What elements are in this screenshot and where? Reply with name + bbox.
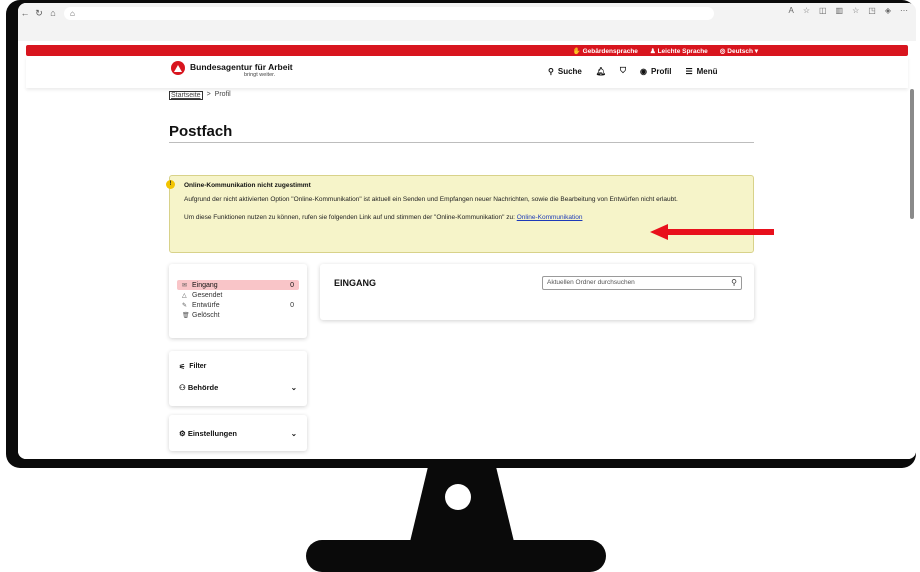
settings-label: Einstellungen [187, 428, 237, 438]
notice-title: Online-Kommunikation nicht zugestimmt [184, 182, 311, 189]
folder-item-eingang[interactable]: ✉ Eingang 0 [177, 280, 299, 290]
authority-label: Behörde [187, 383, 219, 392]
more-icon[interactable]: ⋯ [900, 6, 908, 15]
copilot-icon[interactable]: ◈ [885, 6, 891, 15]
red-arrow-annotation [650, 224, 774, 240]
monitor-base [306, 540, 606, 572]
website: ✋ Gebärdensprache ♟ Leichte Sprache ◎ De… [18, 41, 916, 459]
brand-name[interactable]: Bundesagentur für Arbeit [190, 62, 293, 72]
site-header: Bundesagentur für Arbeit bringt weiter. … [26, 56, 908, 88]
profile-icon: ◉ [640, 66, 648, 76]
easy-language-link[interactable]: ♟ Leichte Sprache [650, 47, 708, 55]
extensions-icon[interactable]: ◫ [819, 6, 827, 15]
filter-icon: ⚟ [179, 364, 186, 371]
chevron-down-icon: ⌄ [290, 383, 297, 392]
split-icon[interactable]: ▥ [836, 6, 844, 15]
refresh-icon[interactable]: ↻ [32, 8, 46, 19]
folder-label: Eingang [192, 281, 218, 289]
search-icon[interactable]: ⚲ [731, 278, 737, 287]
search-placeholder: Aktuellen Ordner durchsuchen [547, 279, 635, 286]
notice-instruction: Um diese Funktionen nutzen zu können, ru… [184, 213, 745, 222]
collections-icon[interactable]: ◳ [868, 6, 876, 15]
folder-label: Gesendet [192, 291, 223, 299]
menu-label: Menü [696, 66, 718, 76]
authority-label-wrap: ⚇ Behörde [179, 383, 218, 392]
monitor-logo-dot [445, 484, 471, 510]
page-scrollbar[interactable] [910, 89, 914, 219]
filter-label: Filter [189, 363, 207, 370]
lock-icon: ⌂ [70, 8, 75, 18]
browser-toolbar: ← ↻ ⌂ ⌂ A ☆ ◫ ▥ ☆ ◳ ◈ ⋯ [18, 3, 916, 41]
language-label: Deutsch [727, 47, 753, 55]
notice-text: Aufgrund der nicht aktivierten Option "O… [184, 196, 678, 203]
settings-label-wrap: ⚙ Einstellungen [179, 429, 237, 438]
favorite-icon[interactable]: ☆ [803, 6, 810, 15]
menu-button[interactable]: ☰ Menü [685, 67, 717, 76]
folder-label: Gelöscht [192, 311, 220, 319]
notice-instruction-text: Um diese Funktionen nutzen zu können, ru… [184, 214, 515, 221]
favorites-bar-icon[interactable]: ☆ [852, 6, 859, 15]
browser-actions: A ☆ ◫ ▥ ☆ ◳ ◈ ⋯ [788, 6, 908, 15]
filter-panel: ⚟ Filter ⚇ Behörde ⌄ [169, 351, 307, 406]
shield-icon[interactable]: ⛉ [620, 66, 626, 76]
sign-language-label: Gebärdensprache [582, 47, 638, 55]
trash-icon: 🗑︎ [182, 312, 190, 319]
settings-panel[interactable]: ⚙ Einstellungen ⌄ [169, 415, 307, 451]
online-communication-link[interactable]: Online-Kommunikation [517, 214, 583, 221]
folder-count: 0 [290, 301, 294, 309]
search-icon: ⚲ [548, 66, 554, 76]
profile-button[interactable]: ◉ Profil [640, 67, 671, 76]
inbox-panel: EINGANG Aktuellen Ordner durchsuchen ⚲ [320, 264, 754, 320]
breadcrumb: Startseite > Profil [169, 91, 231, 100]
search-button[interactable]: ⚲ Suche [548, 67, 582, 76]
header-nav: ⚲ Suche 🔔︎ ⛉ ◉ Profil ☰ Menü [548, 66, 718, 76]
folder-label: Entwürfe [192, 301, 220, 309]
easy-language-label: Leichte Sprache [657, 47, 708, 55]
notification-bell-icon[interactable]: 🔔︎ [596, 67, 606, 76]
page-title: Postfach [169, 123, 233, 140]
chevron-down-icon: ⌄ [290, 428, 297, 438]
warning-icon: ! [166, 180, 175, 189]
authority-filter[interactable]: ⚇ Behörde ⌄ [179, 383, 297, 392]
read-aloud-icon[interactable]: A [788, 6, 793, 15]
language-select[interactable]: ◎ Deutsch ▾ [720, 47, 758, 55]
monitor-screen: ← ↻ ⌂ ⌂ A ☆ ◫ ▥ ☆ ◳ ◈ ⋯ ✋ Gebärdensprach… [18, 3, 916, 459]
authority-icon: ⚇ [179, 383, 186, 392]
folder-list: ✉ Eingang 0 △ Gesendet ✎ Entwürfe 0 🗑︎ G… [169, 264, 307, 338]
breadcrumb-current: Profil [214, 91, 231, 98]
folder-item-entwuerfe[interactable]: ✎ Entwürfe 0 [177, 300, 299, 310]
title-divider [169, 142, 754, 143]
back-icon[interactable]: ← [18, 8, 32, 18]
draft-icon: ✎ [182, 302, 188, 309]
inbox-icon: ✉ [182, 282, 188, 289]
folder-search-input[interactable]: Aktuellen Ordner durchsuchen ⚲ [542, 276, 742, 290]
send-icon: △ [182, 292, 187, 299]
gear-icon: ⚙ [179, 428, 186, 438]
breadcrumb-home[interactable]: Startseite [169, 91, 203, 100]
hamburger-icon: ☰ [685, 66, 693, 76]
filter-heading: ⚟ Filter [179, 363, 297, 371]
address-bar[interactable]: ⌂ [64, 6, 714, 20]
profile-label: Profil [651, 66, 672, 76]
sign-language-link[interactable]: ✋ Gebärdensprache [573, 47, 638, 55]
folder-item-geloescht[interactable]: 🗑︎ Gelöscht [177, 310, 299, 320]
top-utility-bar: ✋ Gebärdensprache ♟ Leichte Sprache ◎ De… [26, 45, 908, 56]
monitor-bezel: ← ↻ ⌂ ⌂ A ☆ ◫ ▥ ☆ ◳ ◈ ⋯ ✋ Gebärdensprach… [6, 0, 916, 468]
warning-notice: ! Online-Kommunikation nicht zugestimmt … [166, 175, 754, 253]
ba-logo-icon[interactable] [171, 61, 185, 75]
brand-tagline: bringt weiter. [244, 72, 276, 78]
folder-count: 0 [290, 281, 294, 289]
folder-item-gesendet[interactable]: △ Gesendet [177, 290, 299, 300]
home-icon[interactable]: ⌂ [46, 8, 60, 18]
address-row: ← ↻ ⌂ ⌂ A ☆ ◫ ▥ ☆ ◳ ◈ ⋯ [18, 6, 916, 20]
breadcrumb-separator: > [206, 91, 211, 98]
search-label: Suche [557, 66, 582, 76]
